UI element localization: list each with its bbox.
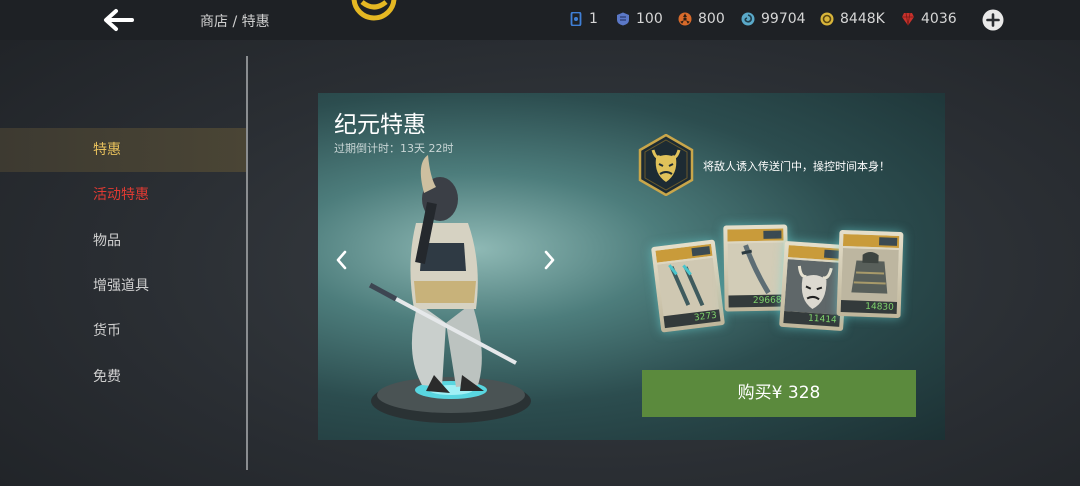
resource-hazard: 800: [678, 11, 725, 27]
sidebar-item-free[interactable]: 免费: [0, 355, 246, 399]
resource-swirl: 99704: [741, 11, 806, 27]
demon-mask-icon: [784, 259, 844, 315]
sidebar-item-items[interactable]: 物品: [0, 219, 246, 263]
reward-card[interactable]: 29668: [723, 224, 789, 312]
sidebar-item-event-deals[interactable]: 活动特惠: [0, 173, 246, 217]
card-price: 14830: [840, 300, 898, 314]
resource-steel: 100: [616, 11, 663, 27]
sidebar-divider: [246, 56, 248, 470]
resource-coin: 8448K: [820, 11, 885, 27]
reward-card[interactable]: 3273: [650, 239, 726, 333]
resource-value: 8448K: [840, 11, 885, 27]
resource-value: 800: [698, 11, 725, 27]
reward-card[interactable]: 14830: [836, 229, 904, 319]
breadcrumb: 商店 / 特惠: [200, 14, 270, 30]
swirl-icon: [741, 12, 755, 26]
card-icon: [570, 12, 582, 26]
card-header-icon: [842, 234, 900, 248]
chevron-left-icon[interactable]: [332, 249, 352, 271]
resource-value: 99704: [761, 11, 806, 27]
buy-button[interactable]: 购买¥ 328: [642, 370, 916, 417]
category-sidebar: [0, 40, 248, 486]
hazard-icon: [678, 12, 692, 26]
gem-icon: [902, 12, 914, 26]
sidebar-item-deals[interactable]: 特惠: [0, 128, 246, 172]
offer-title: 纪元特惠: [334, 112, 426, 138]
resource-value: 1: [589, 11, 598, 27]
sidebar-item-currency[interactable]: 货币: [0, 309, 246, 353]
hero-character-image: [368, 155, 531, 423]
resource-value: 4036: [921, 11, 957, 27]
resource-gem: 4036: [901, 11, 957, 27]
card-price: 11414: [783, 310, 841, 327]
steel-icon: [617, 12, 629, 26]
card-header-icon: [727, 228, 784, 242]
oni-mask-badge-icon: [638, 134, 694, 196]
coin-icon: [820, 12, 834, 26]
resource-cards: 1: [569, 11, 598, 27]
chevron-right-icon[interactable]: [539, 249, 559, 271]
resource-value: 100: [636, 11, 663, 27]
card-price: 29668: [728, 294, 785, 308]
armor-icon: [841, 248, 899, 302]
add-currency-icon[interactable]: [981, 8, 1005, 32]
sword-icon: [727, 242, 785, 296]
twin-blades-icon: [657, 257, 720, 317]
back-arrow-icon[interactable]: [98, 4, 138, 36]
sidebar-item-boosters[interactable]: 增强道具: [0, 264, 246, 308]
game-logo-icon: [351, 0, 397, 21]
card-header-icon: [787, 245, 845, 262]
top-bar: 商店 / 特惠 1 100 800 99704 8448K 4036: [0, 0, 1080, 40]
offer-description: 将敌人诱入传送门中，操控时间本身！: [703, 160, 890, 173]
offer-panel: 纪元特惠 过期倒计时：13天 22时 将敌人诱入传送门中，操控时间本身！ 327…: [318, 93, 945, 440]
